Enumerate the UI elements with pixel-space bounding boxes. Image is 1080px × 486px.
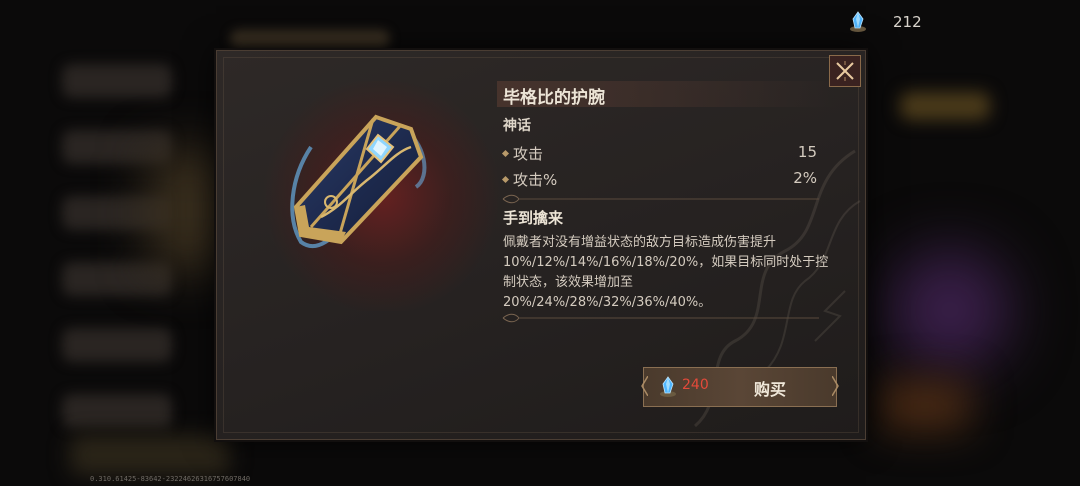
- blue-crystal-icon: [660, 376, 676, 397]
- skill-name: 手到擒来: [503, 209, 564, 227]
- buy-button[interactable]: 240 购买: [641, 367, 839, 407]
- bg-topbar: [230, 30, 390, 48]
- buy-cost: 240: [682, 377, 709, 393]
- stat-row-attack: 攻击 15: [501, 143, 817, 164]
- stat-value: 15: [797, 143, 817, 161]
- divider-ornament: [502, 194, 819, 204]
- skill-desc-line: 制状态，该效果增加至: [503, 275, 634, 290]
- bg-glow: [880, 380, 970, 430]
- bg-bottom: [70, 435, 230, 475]
- diamond-bullet-icon: [501, 149, 510, 158]
- bg-glow: [890, 250, 1010, 370]
- bg-menu-item: [62, 394, 172, 428]
- item-name: 毕格比的护腕: [503, 88, 605, 108]
- bracer-item-icon: [290, 114, 427, 249]
- item-detail-dialog: 毕格比的护腕 神话 攻击 15 攻击% 2% 手到擒来 佩戴者对没有增益状态的敌…: [216, 50, 866, 440]
- bg-bar: [900, 92, 990, 120]
- version-string: 0.310.61425-83642-23224626316757607840: [90, 475, 251, 483]
- stat-label-wrap: 攻击%: [501, 169, 558, 190]
- stat-label-wrap: 攻击: [501, 143, 544, 164]
- bg-menu-item: [62, 64, 172, 98]
- button-edge-ornament: [832, 376, 839, 396]
- skill-description: 佩戴者对没有增益状态的敌方目标造成伤害提升 10%/12%/14%/16%/18…: [503, 233, 829, 313]
- currency-value: 212: [893, 13, 922, 31]
- divider-ornament: [502, 313, 819, 323]
- item-rarity: 神话: [503, 118, 531, 134]
- stat-value: 2%: [793, 169, 817, 187]
- skill-desc-line: 20%/24%/28%/32%/36%/40%。: [503, 295, 712, 310]
- stat-label: 攻击%: [513, 171, 558, 189]
- stat-row-attack-percent: 攻击% 2%: [501, 169, 817, 190]
- close-icon: [836, 61, 854, 81]
- stat-label: 攻击: [513, 145, 544, 163]
- bg-menu-item: [62, 328, 172, 362]
- skill-desc-line: 10%/12%/14%/16%/18%/20%，如果目标同时处于控: [503, 255, 829, 270]
- buy-label: 购买: [754, 380, 787, 399]
- diamond-bullet-icon: [501, 175, 510, 184]
- currency-display: 212: [848, 9, 968, 35]
- button-edge-ornament: [641, 376, 648, 396]
- skill-desc-line: 佩戴者对没有增益状态的敌方目标造成伤害提升: [503, 235, 777, 250]
- blue-crystal-icon: [850, 11, 866, 32]
